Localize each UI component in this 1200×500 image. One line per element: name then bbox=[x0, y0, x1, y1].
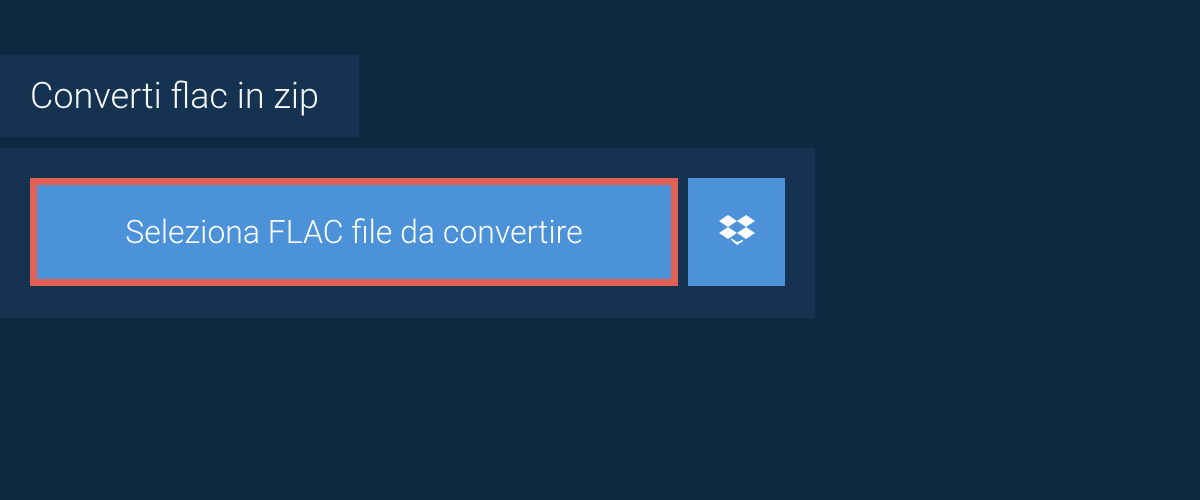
button-row: Seleziona FLAC file da convertire bbox=[30, 178, 785, 286]
tab-convert-flac-zip[interactable]: Converti flac in zip bbox=[0, 55, 359, 137]
select-file-button-label: Seleziona FLAC file da convertire bbox=[125, 213, 582, 251]
tab-title: Converti flac in zip bbox=[30, 75, 319, 117]
conversion-panel: Seleziona FLAC file da convertire bbox=[0, 148, 815, 318]
dropbox-button[interactable] bbox=[688, 178, 785, 286]
select-file-button[interactable]: Seleziona FLAC file da convertire bbox=[30, 178, 678, 286]
tab-container: Converti flac in zip bbox=[0, 55, 359, 137]
dropbox-icon bbox=[719, 212, 755, 252]
